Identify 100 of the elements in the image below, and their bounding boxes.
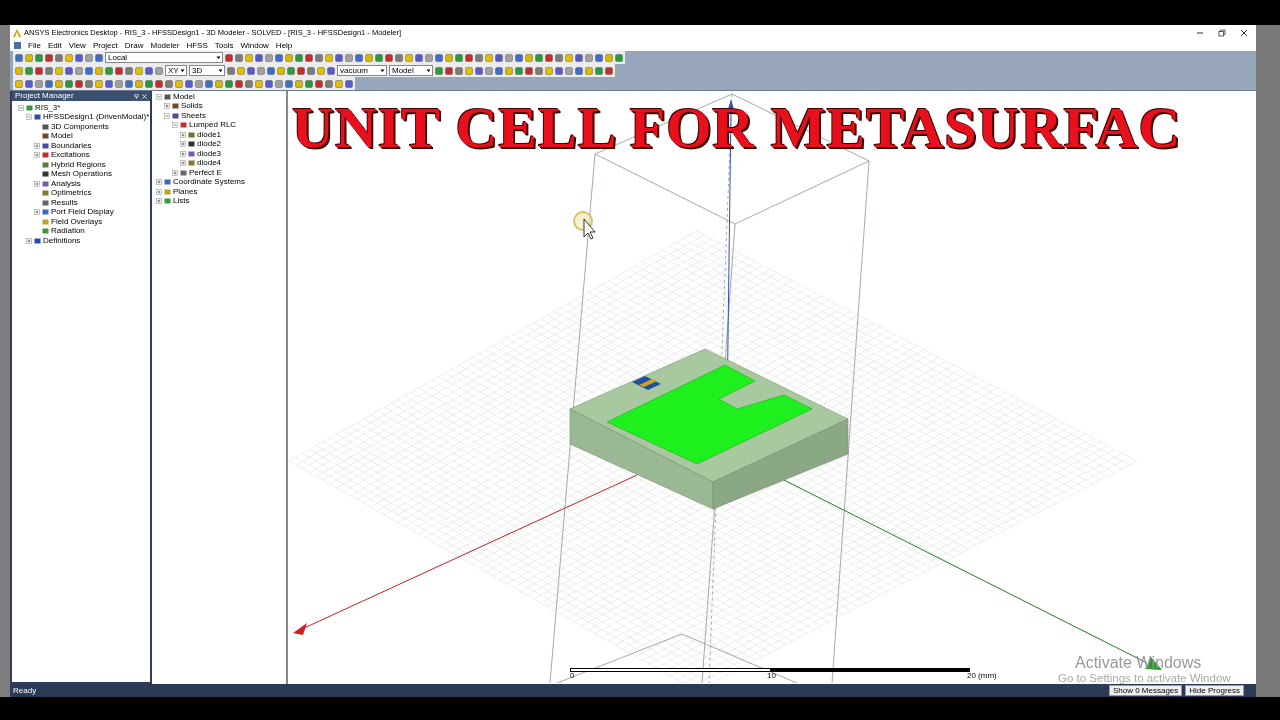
- collapse-icon[interactable]: [18, 104, 24, 111]
- tree-item[interactable]: Hybrid Regions: [51, 160, 106, 169]
- status-text: Ready: [13, 684, 37, 697]
- menu-item[interactable]: Window: [240, 41, 269, 50]
- tree-item[interactable]: Definitions: [43, 236, 81, 245]
- tree-node-icon: [42, 152, 49, 159]
- dropdown-arrow-icon: [379, 67, 386, 74]
- expand-icon[interactable]: [34, 142, 40, 149]
- tree-node-icon: [34, 114, 41, 121]
- tree-node-icon: [42, 161, 49, 168]
- tree-node-icon: [188, 131, 195, 138]
- scale-label: 20 (mm): [967, 672, 997, 680]
- expand-icon[interactable]: [34, 180, 40, 187]
- close-icon[interactable]: [1240, 28, 1248, 37]
- tree-node-icon: [164, 198, 171, 205]
- tree-node-icon: [42, 180, 49, 187]
- tree-node-icon: [188, 160, 195, 167]
- pin-icon[interactable]: [134, 93, 139, 99]
- tree-item[interactable]: Port Field Display: [51, 208, 114, 217]
- tree-item[interactable]: Excitations: [51, 151, 90, 160]
- menu-item[interactable]: File: [28, 41, 41, 50]
- expand-icon[interactable]: [34, 152, 40, 159]
- tree-item[interactable]: Model: [51, 132, 73, 141]
- menu-item[interactable]: Draw: [124, 41, 144, 50]
- diode-shape: [632, 376, 661, 390]
- tree-item[interactable]: HFSSDesign1 (DrivenModal)*: [43, 113, 150, 122]
- dropdown[interactable]: XY: [165, 65, 187, 76]
- tree-node-icon: [42, 142, 49, 149]
- tree-item[interactable]: Analysis: [51, 179, 81, 188]
- menu-item[interactable]: Help: [275, 41, 293, 50]
- expand-icon[interactable]: [172, 169, 178, 176]
- tree-item[interactable]: diode4: [197, 159, 222, 168]
- collapse-icon[interactable]: [164, 112, 170, 119]
- tree-item[interactable]: Sheets: [181, 111, 206, 120]
- tree-item[interactable]: Radiation: [51, 227, 85, 236]
- menu-item[interactable]: Edit: [47, 41, 62, 50]
- tree-item[interactable]: Perfect E: [189, 168, 222, 177]
- activation-notice: Go to Settings to activate Window: [1058, 671, 1231, 684]
- tree-item[interactable]: Field Overlays: [51, 217, 103, 226]
- tree-item[interactable]: Coordinate Systems: [173, 178, 246, 187]
- tree-node-icon: [26, 104, 33, 111]
- tree-node-icon: [180, 169, 187, 176]
- tree-item[interactable]: Lists: [173, 197, 190, 206]
- tree-item[interactable]: 3D Components: [51, 122, 109, 131]
- expand-icon[interactable]: [180, 131, 186, 138]
- tree-item[interactable]: Model: [173, 92, 195, 101]
- tree-item[interactable]: Solids: [181, 102, 203, 111]
- tree-node-icon: [42, 209, 49, 216]
- expand-icon[interactable]: [156, 198, 162, 205]
- dropdown[interactable]: Model: [389, 65, 433, 76]
- tree-node-icon: [42, 133, 49, 140]
- expand-icon[interactable]: [164, 103, 170, 110]
- tree-item[interactable]: Planes: [173, 187, 198, 196]
- tree-node-icon: [34, 237, 41, 244]
- tree-item[interactable]: diode3: [197, 149, 222, 158]
- tree-node-icon: [188, 141, 195, 148]
- expand-icon[interactable]: [180, 150, 186, 157]
- tree-item[interactable]: RIS_3*: [35, 103, 61, 112]
- scale-label: 0: [570, 672, 575, 680]
- expand-icon[interactable]: [34, 209, 40, 216]
- tree-item[interactable]: Results: [51, 198, 78, 207]
- collapse-icon[interactable]: [172, 122, 178, 129]
- tree-node-icon: [164, 179, 171, 186]
- expand-icon[interactable]: [156, 179, 162, 186]
- expand-icon[interactable]: [180, 141, 186, 148]
- expand-icon[interactable]: [180, 160, 186, 167]
- dropdown[interactable]: Local: [105, 52, 223, 63]
- tree-node-icon: [42, 199, 49, 206]
- tree-node-icon: [164, 188, 171, 195]
- dropdown-arrow-icon: [425, 67, 432, 74]
- dropdown[interactable]: vacuum: [337, 65, 387, 76]
- dropdown[interactable]: 3D: [189, 65, 225, 76]
- tree-item[interactable]: Boundaries: [51, 141, 92, 150]
- expand-icon[interactable]: [156, 188, 162, 195]
- menu-item[interactable]: Tools: [214, 41, 234, 50]
- menu-item[interactable]: View: [68, 41, 86, 50]
- restore-icon[interactable]: [1218, 28, 1226, 37]
- collapse-icon[interactable]: [156, 93, 162, 100]
- status-button[interactable]: Hide Progress: [1185, 685, 1244, 696]
- tree-node-icon: [42, 190, 49, 197]
- menu-item[interactable]: Modeler: [150, 41, 180, 50]
- tree-item[interactable]: diode2: [197, 140, 222, 149]
- expand-icon[interactable]: [26, 237, 32, 244]
- menu-item[interactable]: HFSS: [186, 41, 208, 50]
- tree-node-icon: [42, 228, 49, 235]
- tree-item[interactable]: Lumped RLC: [189, 121, 237, 130]
- tree-node-icon: [172, 112, 179, 119]
- menu-item[interactable]: Project: [92, 41, 118, 50]
- status-button[interactable]: Show 0 Messages: [1108, 685, 1183, 696]
- tree-node-icon: [42, 218, 49, 225]
- tree-node-icon: [164, 93, 171, 100]
- tree-node-icon: [42, 123, 49, 130]
- tree-item[interactable]: Mesh Operations: [51, 170, 112, 179]
- tree-node-icon: [172, 103, 179, 110]
- panel-title: Project Manager: [15, 90, 74, 102]
- tree-item[interactable]: diode1: [197, 130, 222, 139]
- dropdown-arrow-icon: [179, 67, 186, 74]
- collapse-icon[interactable]: [26, 114, 32, 121]
- overlay-title: UNIT CELL FOR METASURFAC: [292, 99, 1182, 157]
- tree-item[interactable]: Optimetrics: [51, 189, 92, 198]
